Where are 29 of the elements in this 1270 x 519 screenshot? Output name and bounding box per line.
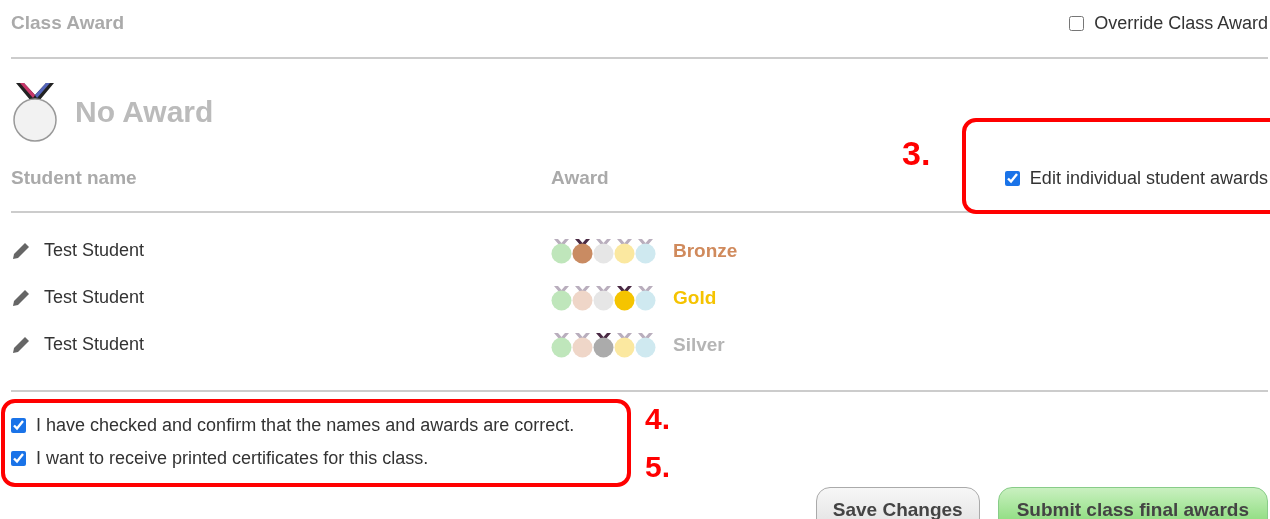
checkbox[interactable] — [11, 451, 26, 466]
annotation-number: 5. — [645, 450, 671, 484]
student-name: Test Student — [44, 240, 146, 261]
checkbox[interactable] — [1069, 15, 1085, 31]
award-label: Bronze — [673, 239, 738, 262]
pencil-icon[interactable] — [11, 287, 31, 308]
submit-button[interactable]: Submit class final awards — [997, 487, 1268, 519]
annotation-number: 3. — [902, 134, 931, 173]
medal-option[interactable] — [593, 331, 614, 358]
annotation-number: 4. — [645, 402, 671, 436]
medal-icon — [11, 81, 59, 143]
award-label: Silver — [673, 333, 725, 356]
section-title: Class Award — [11, 12, 124, 34]
class-award-label: No Award — [75, 95, 214, 129]
column-header: Student name — [11, 167, 138, 189]
checkbox-label[interactable]: I have checked and confirm that the names and awards are correct. — [36, 415, 575, 436]
checkbox-label[interactable]: Edit individual student awards — [1029, 167, 1268, 189]
checkbox-label[interactable]: I want to receive printed certificates for this class. — [36, 448, 429, 469]
checkbox[interactable] — [11, 418, 26, 433]
award-label: Gold — [673, 286, 717, 309]
medal-option[interactable] — [572, 237, 593, 264]
checkbox[interactable] — [1004, 170, 1020, 186]
student-name: Test Student — [44, 334, 146, 355]
column-header: Award — [551, 167, 610, 189]
pencil-icon[interactable] — [11, 240, 31, 261]
medal-option[interactable] — [614, 284, 635, 311]
checkbox-label[interactable]: Override Class Award — [1094, 12, 1268, 34]
student-name: Test Student — [44, 287, 146, 308]
pencil-icon[interactable] — [11, 334, 31, 355]
